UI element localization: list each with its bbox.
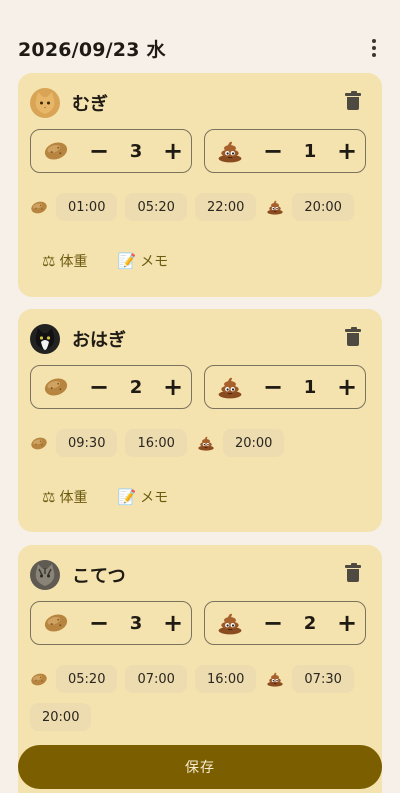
poop-time-chip[interactable]: 07:30 — [292, 665, 354, 693]
time-log: 01:00 05:20 22:00 20:00 — [30, 193, 370, 221]
food-time-chip[interactable]: 22:00 — [194, 193, 257, 221]
potato-icon — [30, 672, 48, 687]
decrement-button[interactable]: − — [87, 139, 111, 163]
cat-name: むぎ — [72, 94, 108, 115]
food-counter: − 2 + — [30, 365, 192, 409]
food-time-chip[interactable]: 05:20 — [125, 193, 187, 221]
increment-button[interactable]: + — [335, 139, 359, 163]
decrement-button[interactable]: − — [261, 375, 285, 399]
potato-icon — [30, 436, 48, 451]
poop-count: 1 — [303, 140, 317, 162]
poop-count: 2 — [303, 612, 317, 634]
food-time-chip[interactable]: 07:00 — [125, 665, 187, 693]
memo-icon: 📝 — [117, 252, 137, 270]
memo-label: メモ — [140, 490, 169, 506]
increment-button[interactable]: + — [335, 375, 359, 399]
food-count: 3 — [129, 612, 143, 634]
poop-counter: − 1 + — [204, 129, 366, 173]
poop-icon — [197, 435, 215, 451]
avatar[interactable] — [30, 88, 60, 118]
cat-name: おはぎ — [72, 330, 126, 351]
avatar[interactable] — [30, 324, 60, 354]
food-count: 2 — [129, 376, 143, 398]
poop-counter: − 1 + — [204, 365, 366, 409]
potato-icon — [39, 140, 73, 162]
cat-card: おはぎ − 2 + − 1 + 09:30 16:00 20:00 ⚖ 体重 📝… — [18, 309, 382, 532]
poop-icon — [213, 139, 247, 163]
poop-icon — [266, 671, 284, 687]
poop-icon — [213, 611, 247, 635]
decrement-button[interactable]: − — [87, 611, 111, 635]
time-log: 05:20 07:00 16:00 07:30 20:00 — [30, 665, 370, 731]
save-button[interactable]: 保存 — [18, 745, 382, 789]
poop-icon — [266, 199, 284, 215]
food-time-chip[interactable]: 05:20 — [56, 665, 118, 693]
poop-time-chip[interactable]: 20:00 — [292, 193, 354, 221]
cat-name: こてつ — [72, 566, 126, 587]
poop-time-chip[interactable]: 20:00 — [30, 703, 92, 731]
decrement-button[interactable]: − — [261, 139, 285, 163]
potato-icon — [39, 376, 73, 398]
increment-button[interactable]: + — [161, 375, 185, 399]
food-time-chip[interactable]: 09:30 — [56, 429, 118, 457]
scale-icon: ⚖ — [42, 252, 56, 270]
avatar[interactable] — [30, 560, 60, 590]
memo-icon: 📝 — [117, 488, 137, 506]
decrement-button[interactable]: − — [261, 611, 285, 635]
weight-label: 体重 — [59, 490, 88, 506]
more-vert-icon[interactable] — [362, 33, 386, 63]
potato-icon — [30, 200, 48, 215]
cat-card: むぎ − 3 + − 1 + 01:00 05:20 22:00 20:00 ⚖… — [18, 73, 382, 297]
trash-icon[interactable] — [345, 327, 361, 347]
trash-icon[interactable] — [345, 563, 361, 583]
poop-time-chip[interactable]: 20:00 — [222, 429, 285, 457]
memo-button[interactable]: 📝 メモ — [117, 251, 168, 271]
poop-icon — [213, 375, 247, 399]
scale-icon: ⚖ — [42, 488, 56, 506]
food-counter: − 3 + — [30, 601, 192, 645]
food-time-chip[interactable]: 16:00 — [125, 429, 187, 457]
weight-label: 体重 — [59, 254, 88, 270]
food-time-chip[interactable]: 01:00 — [56, 193, 118, 221]
food-time-chip[interactable]: 16:00 — [194, 665, 257, 693]
decrement-button[interactable]: − — [87, 375, 111, 399]
poop-count: 1 — [303, 376, 317, 398]
weight-button[interactable]: ⚖ 体重 — [42, 251, 87, 271]
trash-icon[interactable] — [345, 91, 361, 111]
increment-button[interactable]: + — [161, 611, 185, 635]
increment-button[interactable]: + — [161, 139, 185, 163]
increment-button[interactable]: + — [335, 611, 359, 635]
memo-label: メモ — [140, 254, 169, 270]
weight-button[interactable]: ⚖ 体重 — [42, 487, 87, 507]
potato-icon — [39, 612, 73, 634]
time-log: 09:30 16:00 20:00 — [30, 429, 370, 457]
food-count: 3 — [129, 140, 143, 162]
poop-counter: − 2 + — [204, 601, 366, 645]
date-title: 2026/09/23 水 — [18, 38, 166, 61]
food-counter: − 3 + — [30, 129, 192, 173]
app-header: 2026/09/23 水 — [18, 28, 386, 68]
memo-button[interactable]: 📝 メモ — [117, 487, 168, 507]
